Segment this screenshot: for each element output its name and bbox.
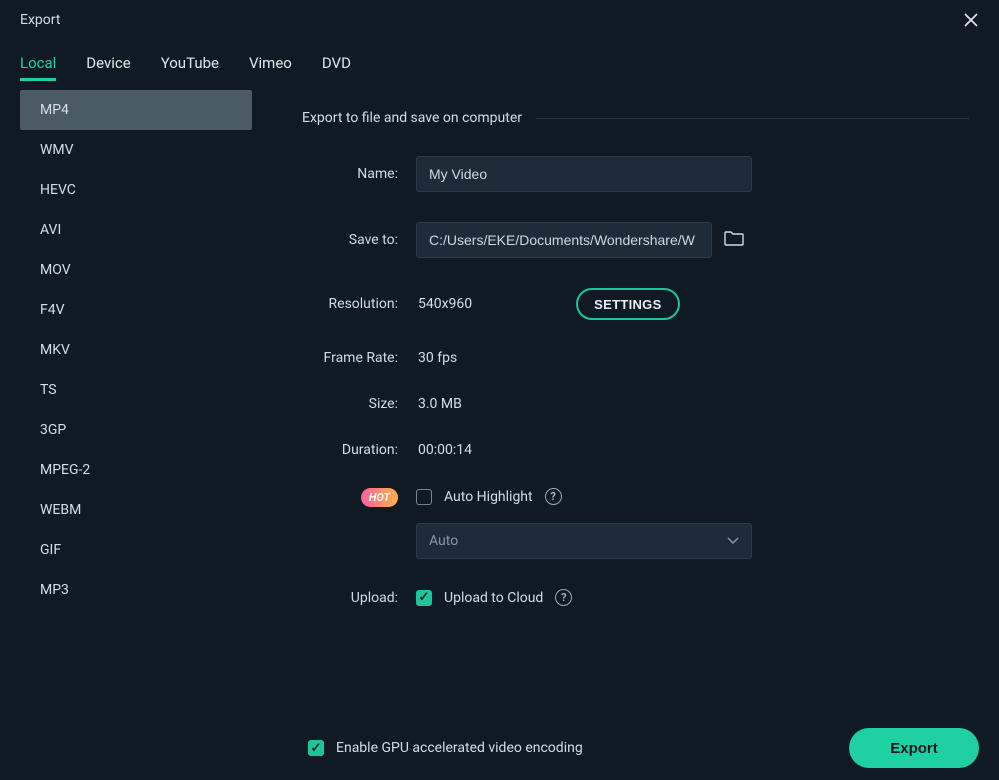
dropdown-selected: Auto <box>429 533 458 549</box>
footer: ✓ Enable GPU accelerated video encoding … <box>0 716 999 780</box>
folder-icon <box>724 230 744 246</box>
format-mp3[interactable]: MP3 <box>20 570 252 610</box>
browse-folder-button[interactable] <box>724 230 744 250</box>
resolution-value: 540x960 <box>416 296 472 312</box>
check-icon: ✓ <box>311 742 322 755</box>
format-webm[interactable]: WEBM <box>20 490 252 530</box>
titlebar: Export <box>0 0 999 40</box>
duration-value: 00:00:14 <box>416 442 472 458</box>
close-icon <box>963 12 979 28</box>
tab-local[interactable]: Local <box>20 48 56 81</box>
format-ts[interactable]: TS <box>20 370 252 410</box>
gpu-checkbox[interactable]: ✓ <box>308 740 324 756</box>
saveto-label: Save to: <box>302 232 416 248</box>
tab-dvd[interactable]: DVD <box>322 48 351 81</box>
size-value: 3.0 MB <box>416 396 462 412</box>
settings-button[interactable]: SETTINGS <box>576 288 679 320</box>
name-input[interactable] <box>416 156 752 192</box>
section-header: Export to file and save on computer <box>302 110 969 126</box>
format-sidebar: MP4 WMV HEVC AVI MOV F4V MKV TS 3GP MPEG… <box>20 90 252 730</box>
format-mp4[interactable]: MP4 <box>20 90 252 130</box>
uploadcloud-checkbox[interactable]: ✓ <box>416 590 432 606</box>
tabs-bar: Local Device YouTube Vimeo DVD <box>0 48 999 90</box>
tab-youtube[interactable]: YouTube <box>161 48 219 81</box>
uploadcloud-help[interactable]: ? <box>555 589 572 606</box>
uploadcloud-label: Upload to Cloud <box>444 590 543 606</box>
size-label: Size: <box>302 396 416 412</box>
gpu-label: Enable GPU accelerated video encoding <box>336 740 583 756</box>
tab-vimeo[interactable]: Vimeo <box>249 48 292 81</box>
export-button[interactable]: Export <box>849 728 979 768</box>
format-avi[interactable]: AVI <box>20 210 252 250</box>
duration-label: Duration: <box>302 442 416 458</box>
section-title: Export to file and save on computer <box>302 110 522 126</box>
autohighlight-dropdown[interactable]: Auto <box>416 523 752 559</box>
chevron-down-icon <box>727 533 739 549</box>
format-mov[interactable]: MOV <box>20 250 252 290</box>
format-mpeg2[interactable]: MPEG-2 <box>20 450 252 490</box>
window-title: Export <box>20 12 60 28</box>
format-hevc[interactable]: HEVC <box>20 170 252 210</box>
help-icon: ? <box>561 591 566 604</box>
close-button[interactable] <box>959 8 983 32</box>
upload-label: Upload: <box>302 590 416 606</box>
main-panel: Export to file and save on computer Name… <box>252 90 999 730</box>
saveto-input[interactable] <box>416 222 712 258</box>
check-icon: ✓ <box>419 591 430 604</box>
format-wmv[interactable]: WMV <box>20 130 252 170</box>
name-label: Name: <box>302 166 416 182</box>
format-mkv[interactable]: MKV <box>20 330 252 370</box>
hot-badge: HOT <box>361 488 398 507</box>
section-divider <box>536 118 969 119</box>
resolution-label: Resolution: <box>302 296 416 312</box>
format-3gp[interactable]: 3GP <box>20 410 252 450</box>
format-f4v[interactable]: F4V <box>20 290 252 330</box>
framerate-label: Frame Rate: <box>302 350 416 366</box>
help-icon: ? <box>550 490 555 503</box>
format-gif[interactable]: GIF <box>20 530 252 570</box>
framerate-value: 30 fps <box>416 350 457 366</box>
tab-device[interactable]: Device <box>86 48 130 81</box>
autohighlight-checkbox[interactable] <box>416 489 432 505</box>
autohighlight-help[interactable]: ? <box>545 488 562 505</box>
autohighlight-label: Auto Highlight <box>444 489 533 505</box>
